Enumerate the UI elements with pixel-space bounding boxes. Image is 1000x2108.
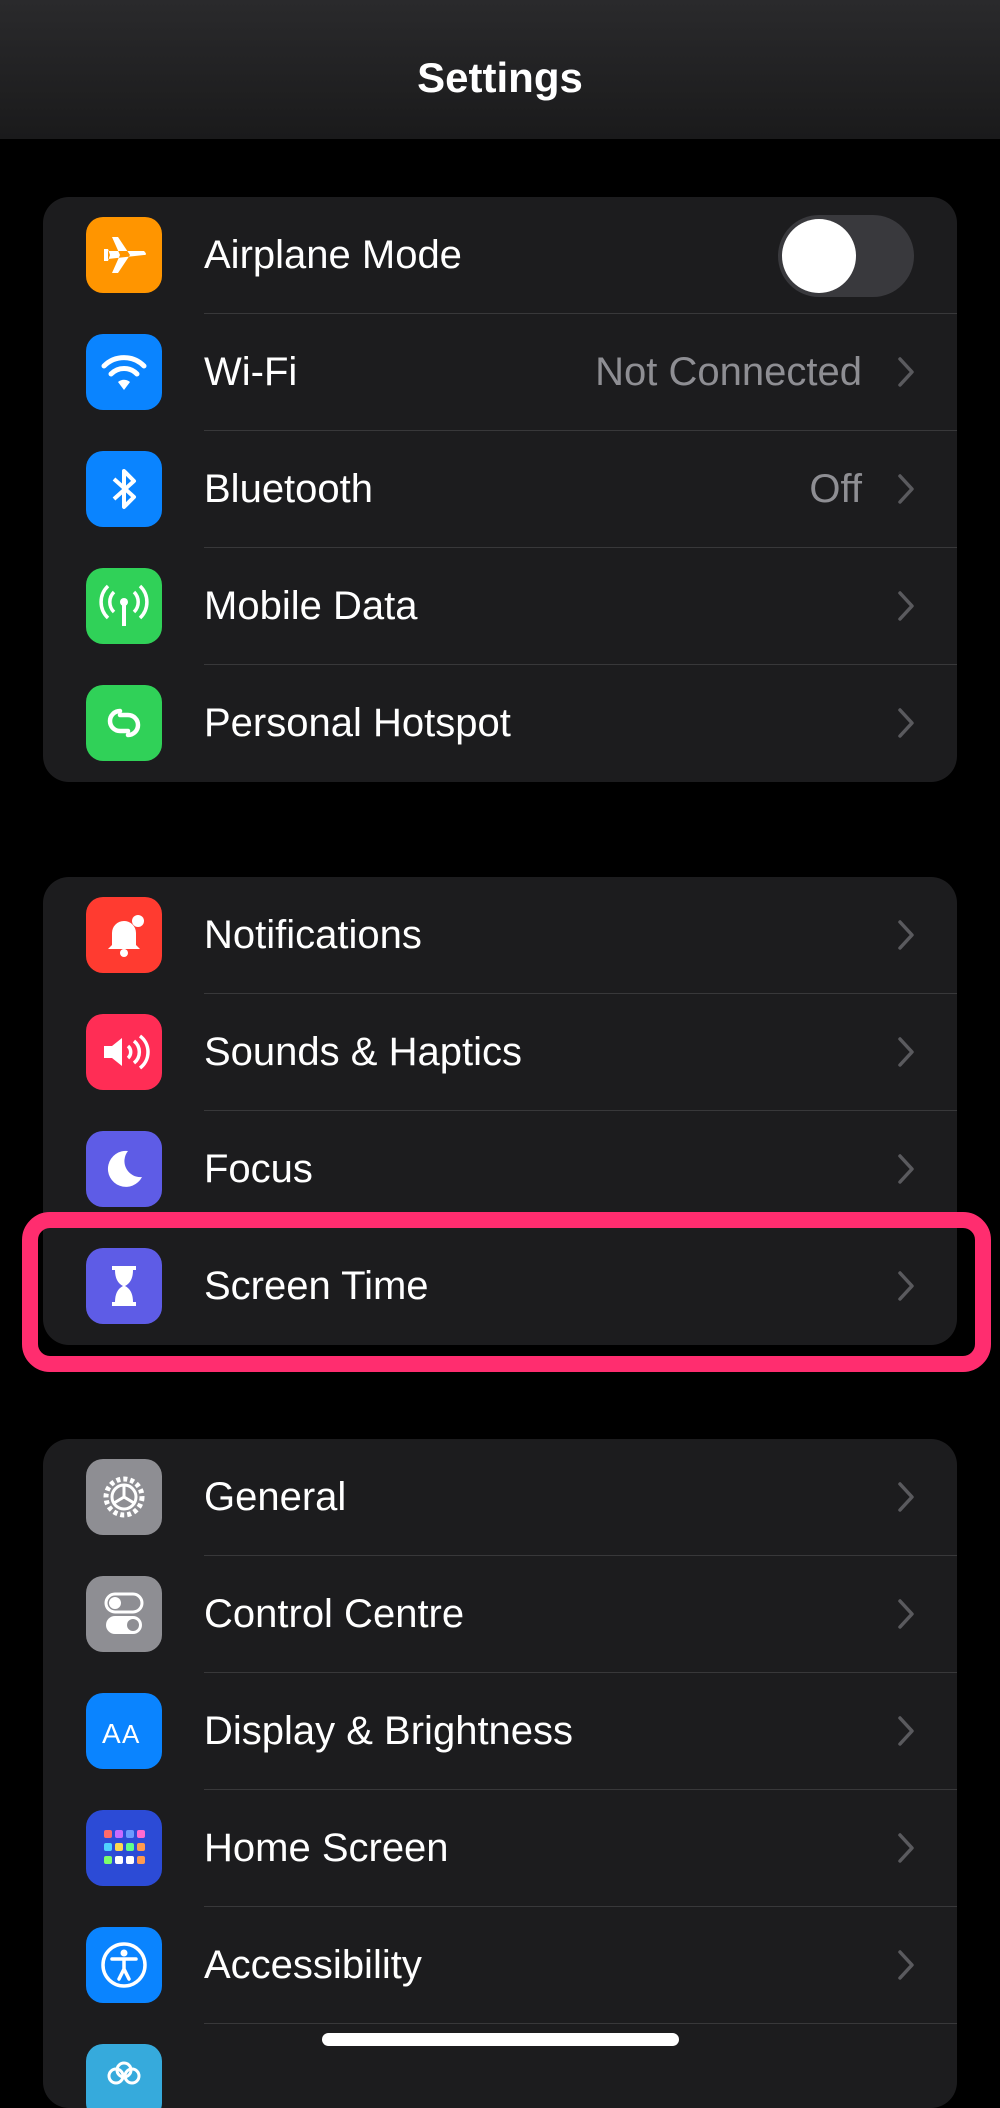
chevron-right-icon [898,1599,914,1629]
settings-group: Airplane Mode Wi-Fi Not Connected Bluetooth… [43,197,957,782]
nav-bar: Settings [0,0,1000,139]
row-label: Mobile Data [204,584,418,628]
settings-row-bluetooth[interactable]: Bluetooth Off [43,431,957,548]
chevron-right-icon [898,1950,914,1980]
settings-row-mobile-data[interactable]: Mobile Data [43,548,957,665]
settings-row-accessibility[interactable]: Accessibility [43,1907,957,2024]
wifi-icon [86,334,162,410]
chevron-right-icon [898,474,914,504]
chevron-right-icon [898,1154,914,1184]
settings-row-personal-hotspot[interactable]: Personal Hotspot [43,665,957,782]
chevron-right-icon [898,1716,914,1746]
antenna-icon [86,568,162,644]
row-label: Home Screen [204,1826,449,1870]
airplane-mode-toggle[interactable] [778,215,914,297]
svg-text:A: A [102,1718,121,1749]
row-label: Control Centre [204,1592,465,1636]
row-label: Sounds & Haptics [204,1030,522,1074]
chevron-right-icon [898,1482,914,1512]
svg-text:A: A [122,1719,140,1749]
settings-row-home-screen[interactable]: Home Screen [43,1790,957,1907]
app-grid-icon [86,1810,162,1886]
row-label: Focus [204,1147,313,1191]
home-indicator[interactable] [322,2033,679,2046]
settings-row-airplane-mode[interactable]: Airplane Mode [43,197,957,314]
settings-row-focus[interactable]: Focus [43,1111,957,1228]
row-label: Airplane Mode [204,233,462,277]
gear-icon [86,1459,162,1535]
accessibility-icon [86,1927,162,2003]
chevron-right-icon [898,357,914,387]
speaker-icon [86,1014,162,1090]
settings-group: General Control Centre A A Display & Brightn… [43,1439,957,2108]
row-value: Not Connected [595,350,862,394]
switches-icon [86,1576,162,1652]
row-label: Wi-Fi [204,350,298,394]
bell-icon [86,897,162,973]
toggle-knob [782,219,856,293]
row-value: Off [809,467,862,511]
page-title: Settings [417,54,583,101]
chevron-right-icon [898,1833,914,1863]
settings-row-general[interactable]: General [43,1439,957,1556]
row-label: General [204,1475,347,1519]
chevron-right-icon [898,920,914,950]
chevron-right-icon [898,591,914,621]
text-size-icon: AA [86,1693,162,1769]
row-label: Personal Hotspot [204,701,511,745]
airplane-icon [86,217,162,293]
wallpaper-icon [86,2044,162,2108]
settings-row-notifications[interactable]: Notifications [43,877,957,994]
screen-time-highlight [22,1212,991,1372]
row-label: Notifications [204,913,422,957]
chevron-right-icon [898,1037,914,1067]
settings-row-wi-fi[interactable]: Wi-Fi Not Connected [43,314,957,431]
settings-row-control-centre[interactable]: Control Centre [43,1556,957,1673]
row-label: Accessibility [204,1943,422,1987]
settings-row-sounds-haptics[interactable]: Sounds & Haptics [43,994,957,1111]
moon-icon [86,1131,162,1207]
row-label: Bluetooth [204,467,374,511]
chevron-right-icon [898,708,914,738]
row-label: Display & Brightness [204,1709,574,1753]
hotspot-icon [86,685,162,761]
bluetooth-icon [86,451,162,527]
settings-row-display-brightness[interactable]: A A Display & Brightness [43,1673,957,1790]
